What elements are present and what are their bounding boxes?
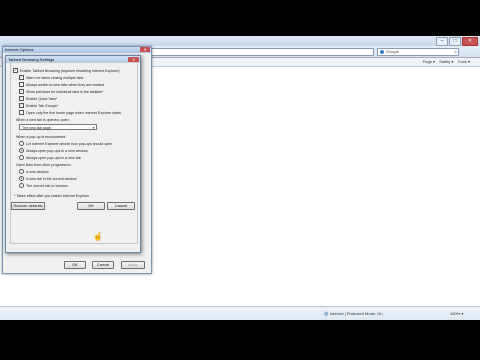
search-input[interactable]: Google — [386, 49, 399, 55]
chevron-down-icon: ▼ — [92, 126, 95, 130]
restore-defaults-button[interactable]: Restore defaults — [11, 202, 45, 210]
ok-button[interactable]: OK — [77, 202, 105, 210]
checkbox[interactable]: ✓ — [19, 75, 24, 80]
safety-menu[interactable]: Safety ▾ — [439, 59, 453, 64]
minimize-button[interactable]: – — [436, 37, 448, 46]
command-bar: Page ▾ Safety ▾ Tools ▾ — [423, 59, 470, 64]
ok-button[interactable]: OK — [64, 261, 86, 269]
radio-button[interactable] — [19, 141, 24, 146]
radio-button[interactable] — [19, 176, 24, 181]
option-warn-closing[interactable]: ✓ Warn me when closing multiple tabs — [19, 75, 83, 80]
radio-button[interactable] — [19, 155, 24, 160]
radio-button[interactable] — [19, 169, 24, 174]
newtab-heading: When a new tab is opened, open: — [16, 118, 70, 122]
search-icon[interactable]: ⌕ — [454, 49, 457, 55]
links-new-tab[interactable]: A new tab in the current window — [19, 176, 77, 181]
address-field[interactable] — [150, 48, 374, 56]
close-icon[interactable]: ✕ — [140, 47, 150, 52]
checkbox[interactable]: ✓ — [19, 96, 24, 101]
links-current-tab[interactable]: The current tab or window — [19, 183, 68, 188]
popup-heading: When a pop-up is encountered: — [16, 135, 67, 139]
security-zone[interactable]: Internet | Protected Mode: On — [330, 311, 383, 316]
checkbox-label: Always switch to new tabs when they are … — [26, 82, 105, 87]
radio-label: Let Internet Explorer decide how pop-ups… — [26, 141, 113, 146]
dropdown-value: The new tab page — [22, 126, 51, 130]
checkbox[interactable]: ✓ — [19, 89, 24, 94]
checkbox-label: Enable Tabbed Browsing (requires restart… — [20, 68, 120, 73]
google-icon — [380, 50, 384, 54]
radio-label: A new window — [26, 169, 49, 174]
option-tab-groups[interactable]: ✓ Enable Tab Groups* — [19, 103, 58, 108]
links-new-window[interactable]: A new window — [19, 169, 49, 174]
browser-title-bar: – □ ✕ — [0, 36, 480, 46]
globe-icon: ◍ — [324, 311, 329, 317]
radio-button[interactable] — [19, 148, 24, 153]
checkbox-label: Open only the first home page when Inter… — [26, 110, 122, 115]
checkbox[interactable]: ✓ — [19, 103, 24, 108]
enable-tabbed-browsing[interactable]: ✓ Enable Tabbed Browsing (requires resta… — [13, 68, 120, 73]
checkbox[interactable]: ✓ — [13, 68, 18, 73]
apply-button[interactable]: Apply — [121, 261, 145, 269]
search-box[interactable]: Google ⌕ — [377, 48, 459, 56]
tabbed-browsing-settings-dialog: Tabbed Browsing Settings ✕ ✓ Enable Tabb… — [5, 55, 141, 253]
checkbox[interactable] — [19, 110, 24, 115]
page-menu[interactable]: Page ▾ — [423, 59, 435, 64]
dialog-title: Internet Options — [3, 47, 151, 53]
option-first-home-page[interactable]: Open only the first home page when Inter… — [19, 110, 121, 115]
links-heading: Open links from other programs in: — [16, 163, 72, 167]
checkbox-label: Enable Tab Groups* — [26, 103, 59, 108]
radio-label: The current tab or window — [26, 183, 68, 188]
popup-new-window[interactable]: Always open pop-ups in a new window — [19, 148, 88, 153]
cancel-button[interactable]: Cancel — [92, 261, 114, 269]
radio-label: Always open pop-ups in a new tab — [26, 155, 81, 160]
option-switch-new-tabs[interactable]: Always switch to new tabs when they are … — [19, 82, 104, 87]
cancel-button[interactable]: Cancel — [107, 202, 135, 210]
radio-button[interactable] — [19, 183, 24, 188]
option-quick-tabs[interactable]: ✓ Enable Quick Tabs* — [19, 96, 57, 101]
newtab-dropdown[interactable]: The new tab page ▼ — [19, 124, 97, 130]
restart-footnote: * Takes effect after you restart Interne… — [14, 194, 90, 198]
tools-menu[interactable]: Tools ▾ — [458, 59, 470, 64]
popup-new-tab[interactable]: Always open pop-ups in a new tab — [19, 155, 81, 160]
checkbox-label: Show previews for individual tabs in the… — [26, 89, 104, 94]
window-controls: – □ ✕ — [436, 37, 478, 46]
close-window-button[interactable]: ✕ — [462, 37, 478, 46]
checkbox-label: Enable Quick Tabs* — [26, 96, 58, 101]
radio-label: Always open pop-ups in a new window — [26, 148, 88, 153]
checkbox[interactable] — [19, 82, 24, 87]
popup-let-ie-decide[interactable]: Let Internet Explorer decide how pop-ups… — [19, 141, 112, 146]
status-bar: ◍ Internet | Protected Mode: On 100% ▾ — [0, 306, 480, 320]
screen: – □ ✕ Google ⌕ Page ▾ Safety ▾ Tools ▾ ◍… — [0, 36, 480, 320]
zoom-level[interactable]: 100% ▾ — [450, 311, 463, 316]
option-taskbar-previews[interactable]: ✓ Show previews for individual tabs in t… — [19, 89, 103, 94]
maximize-button[interactable]: □ — [449, 37, 461, 46]
checkbox-label: Warn me when closing multiple tabs — [26, 75, 84, 80]
mouse-cursor-icon: ☝ — [93, 232, 103, 241]
radio-label: A new tab in the current window — [26, 176, 77, 181]
